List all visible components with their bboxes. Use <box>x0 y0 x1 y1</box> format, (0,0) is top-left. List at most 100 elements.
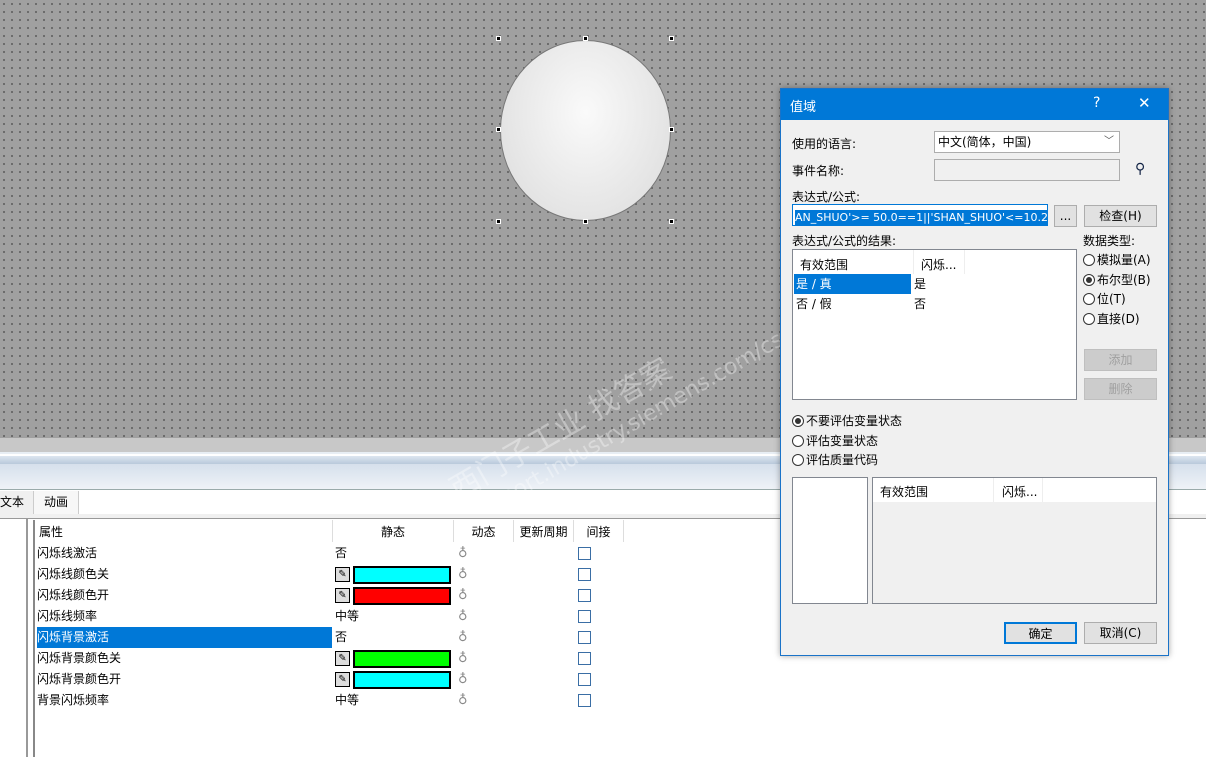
color-picker-icon[interactable]: ✎ <box>335 588 350 603</box>
expression-label: 表达式/公式: <box>792 190 861 204</box>
column-header-property[interactable]: 属性 <box>35 520 333 542</box>
category-tree[interactable] <box>0 519 28 757</box>
eval-option-radio[interactable]: 评估质量代码 <box>792 451 878 468</box>
table-row[interactable]: 背景闪烁频率 中等 ♁ <box>35 690 635 711</box>
lightbulb-icon[interactable]: ♁ <box>458 690 468 711</box>
chevron-down-icon: ﹀ <box>1104 136 1114 147</box>
static-value[interactable]: 中等 <box>335 690 359 711</box>
column-header-range[interactable]: 有效范围 <box>800 256 848 273</box>
column-header-indirect[interactable]: 间接 <box>574 520 624 542</box>
radio-label: 评估变量状态 <box>806 433 879 448</box>
result-row-value[interactable]: 是 <box>914 275 926 292</box>
resize-handle[interactable] <box>669 127 674 132</box>
lightbulb-icon[interactable]: ♁ <box>458 648 468 669</box>
radio-icon[interactable] <box>792 415 804 427</box>
indirect-checkbox[interactable] <box>578 694 591 707</box>
column-header-blink[interactable]: 闪烁... <box>913 250 965 274</box>
table-row[interactable]: 闪烁线激活 否 ♁ <box>35 543 635 564</box>
lightbulb-icon[interactable]: ♁ <box>458 606 468 627</box>
color-swatch[interactable] <box>353 566 451 584</box>
radio-icon[interactable] <box>792 454 804 466</box>
lightbulb-icon[interactable]: ♁ <box>458 543 468 564</box>
eval-option-radio[interactable]: 评估变量状态 <box>792 432 878 449</box>
color-swatch[interactable] <box>353 671 451 689</box>
resize-handle[interactable] <box>669 36 674 41</box>
static-value[interactable]: 中等 <box>335 606 359 627</box>
tab-animation[interactable]: 动画 <box>33 491 80 514</box>
static-value[interactable]: 否 <box>335 627 347 648</box>
indirect-checkbox[interactable] <box>578 631 591 644</box>
language-select[interactable]: 中文(简体，中国) ﹀ <box>934 131 1120 153</box>
check-button[interactable]: 检查(H) <box>1084 205 1157 227</box>
table-row[interactable]: 闪烁背景颜色关 ✎ ♁ <box>35 648 635 669</box>
status-list[interactable] <box>792 477 868 604</box>
lightbulb-icon[interactable]: ♁ <box>458 564 468 585</box>
resize-handle[interactable] <box>496 219 501 224</box>
property-name: 闪烁线颜色关 <box>37 567 110 581</box>
radio-icon[interactable] <box>1083 312 1095 325</box>
tag-select-icon[interactable]: ⚲ <box>1135 161 1145 177</box>
radio-icon[interactable] <box>1083 254 1095 266</box>
property-name: 闪烁线频率 <box>37 609 98 623</box>
resize-handle[interactable] <box>669 219 674 224</box>
table-row[interactable]: 闪烁线颜色开 ✎ ♁ <box>35 585 635 606</box>
color-swatch[interactable] <box>353 650 451 668</box>
table-row[interactable]: 闪烁背景激活否 ♁ <box>35 627 635 648</box>
radio-icon[interactable] <box>792 434 804 447</box>
expression-field[interactable]: AN_SHUO'>= 50.0==1||'SHAN_SHUO'<=10.2==1 <box>792 204 1048 226</box>
indirect-checkbox[interactable] <box>578 652 591 665</box>
expression-value: AN_SHUO'>= 50.0==1||'SHAN_SHUO'<=10.2==1 <box>795 210 1047 225</box>
radio-icon[interactable] <box>1083 293 1095 305</box>
datatype-radio[interactable]: 模拟量(A) <box>1083 251 1151 268</box>
radio-label: 直接(D) <box>1097 311 1140 326</box>
table-row[interactable]: 闪烁线频率 中等 ♁ <box>35 606 635 627</box>
column-header-dynamic[interactable]: 动态 <box>454 520 514 542</box>
lightbulb-icon[interactable]: ♁ <box>458 585 468 606</box>
lightbulb-icon[interactable]: ♁ <box>458 627 468 648</box>
result-list[interactable]: 有效范围 闪烁... 是 / 真 是 否 / 假 否 <box>792 249 1077 400</box>
lightbulb-icon[interactable]: ♁ <box>458 669 468 690</box>
resize-handle[interactable] <box>583 36 588 41</box>
color-picker-icon[interactable]: ✎ <box>335 672 350 687</box>
column-header-static[interactable]: 静态 <box>333 520 454 542</box>
help-button[interactable]: ? <box>1093 95 1100 111</box>
eval-option-radio[interactable]: 不要评估变量状态 <box>792 412 902 429</box>
color-picker-icon[interactable]: ✎ <box>335 651 350 666</box>
delete-button[interactable]: 删除 <box>1084 378 1157 400</box>
indirect-checkbox[interactable] <box>578 547 591 560</box>
value-range-dialog: 值域 ? ✕ 使用的语言: 中文(简体，中国) ﹀ 事件名称: ⚲ 表达式/公式:… <box>780 88 1169 656</box>
indirect-checkbox[interactable] <box>578 610 591 623</box>
result-row-range[interactable]: 否 / 假 <box>796 295 832 312</box>
static-value[interactable]: 否 <box>335 543 347 564</box>
datatype-radio[interactable]: 位(T) <box>1083 290 1126 307</box>
add-button[interactable]: 添加 <box>1084 349 1157 371</box>
column-header-update-cycle[interactable]: 更新周期 <box>514 520 574 542</box>
datatype-radio[interactable]: 布尔型(B) <box>1083 271 1151 288</box>
resize-handle[interactable] <box>496 127 501 132</box>
datatype-radio[interactable]: 直接(D) <box>1083 310 1140 327</box>
status-table[interactable]: 有效范围 闪烁... <box>872 477 1157 604</box>
dialog-title: 值域 <box>790 100 817 115</box>
indirect-checkbox[interactable] <box>578 589 591 602</box>
column-header-blink[interactable]: 闪烁... <box>993 478 1043 502</box>
resize-handle[interactable] <box>496 36 501 41</box>
close-button[interactable]: ✕ <box>1138 94 1151 112</box>
table-row[interactable]: 闪烁线颜色关 ✎ ♁ <box>35 564 635 585</box>
resize-handle[interactable] <box>583 219 588 224</box>
property-name: 闪烁线颜色开 <box>37 588 110 602</box>
cancel-button[interactable]: 取消(C) <box>1084 622 1157 644</box>
indirect-checkbox[interactable] <box>578 673 591 686</box>
tab-text[interactable]: 文本 <box>0 491 36 514</box>
color-picker-icon[interactable]: ✎ <box>335 567 350 582</box>
table-row[interactable]: 闪烁背景颜色开 ✎ ♁ <box>35 669 635 690</box>
browse-button[interactable]: ... <box>1054 205 1077 227</box>
column-header-range[interactable]: 有效范围 <box>880 483 928 500</box>
indirect-checkbox[interactable] <box>578 568 591 581</box>
result-row-value[interactable]: 否 <box>914 295 926 312</box>
radio-icon[interactable] <box>1083 273 1095 286</box>
result-row-range[interactable]: 是 / 真 <box>794 274 911 294</box>
color-swatch[interactable] <box>353 587 451 605</box>
ok-button[interactable]: 确定 <box>1004 622 1077 644</box>
circle-object[interactable] <box>500 40 671 221</box>
event-name-field[interactable] <box>934 159 1120 181</box>
